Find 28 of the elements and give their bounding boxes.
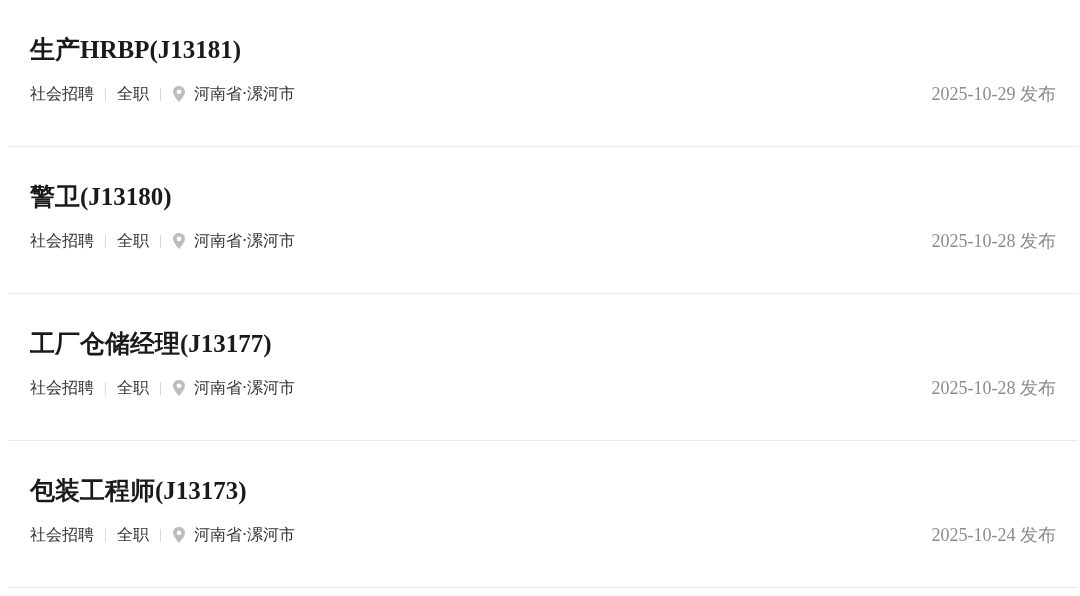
job-location: 河南省·漯河市 — [194, 377, 296, 399]
job-schedule: 全职 — [117, 230, 149, 252]
job-schedule: 全职 — [117, 524, 149, 546]
recruit-type: 社会招聘 — [30, 83, 94, 105]
job-schedule: 全职 — [117, 83, 149, 105]
job-location: 河南省·漯河市 — [194, 524, 296, 546]
location-pin-icon — [172, 380, 186, 396]
publish-date: 2025-10-29 发布 — [931, 83, 1056, 106]
publish-date: 2025-10-28 发布 — [931, 377, 1056, 400]
job-schedule: 全职 — [117, 377, 149, 399]
job-location: 河南省·漯河市 — [194, 83, 296, 105]
publish-date: 2025-10-24 发布 — [931, 524, 1056, 547]
job-title: 工厂仓储经理(J13177) — [30, 329, 272, 360]
recruit-type: 社会招聘 — [30, 230, 94, 252]
job-card[interactable]: 生产HRBP(J13181) 社会招聘 全职 河南省·漯河市 2025-10-29 发布 — [8, 0, 1078, 147]
location-pin-icon — [172, 233, 186, 249]
publish-date: 2025-10-28 发布 — [931, 230, 1056, 253]
recruit-type: 社会招聘 — [30, 524, 94, 546]
job-title: 生产HRBP(J13181) — [30, 35, 242, 66]
job-card[interactable]: 包装工程师(J13173) 社会招聘 全职 河南省·漯河市 2025-10-24 发布 — [8, 441, 1078, 588]
job-title: 包装工程师(J13173) — [30, 476, 247, 507]
job-card[interactable]: 警卫(J13180) 社会招聘 全职 河南省·漯河市 2025-10-28 发布 — [8, 147, 1078, 294]
job-title: 警卫(J13180) — [30, 182, 172, 213]
job-location: 河南省·漯河市 — [194, 230, 296, 252]
recruit-type: 社会招聘 — [30, 377, 94, 399]
location-pin-icon — [172, 86, 186, 102]
location-pin-icon — [172, 527, 186, 543]
job-card[interactable]: 工厂仓储经理(J13177) 社会招聘 全职 河南省·漯河市 2025-10-28 发布 — [8, 294, 1078, 441]
